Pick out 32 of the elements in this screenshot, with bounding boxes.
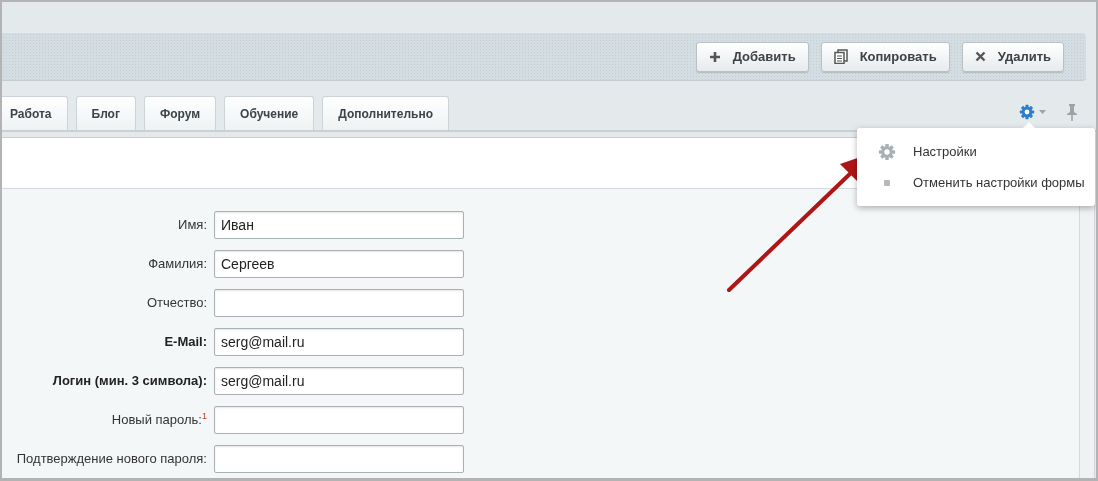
tab[interactable]: Работа [2, 96, 68, 130]
field-label: Подтверждение нового пароля: [15, 451, 208, 466]
menu-item[interactable]: Настройки [857, 136, 1095, 167]
field-label: Отчество: [145, 295, 208, 310]
field-label: E-Mail: [163, 334, 208, 349]
add-button[interactable]: Добавить [695, 41, 809, 72]
gear-icon [878, 142, 896, 161]
field-label: Логин (мин. 3 символа): [51, 373, 208, 388]
input-field[interactable] [214, 288, 464, 317]
field-label: Новый пароль:$^{1}$ [110, 411, 208, 428]
caret-icon [1039, 110, 1046, 114]
copy-button[interactable]: Копировать [820, 41, 950, 72]
input-field[interactable]: serg@mail.ru [214, 366, 464, 395]
tab[interactable]: Блог [75, 96, 136, 130]
tab[interactable]: Обучение [224, 96, 315, 130]
plus-icon [708, 50, 721, 63]
menu-item[interactable]: Отменить настройки формы [857, 167, 1095, 198]
tab[interactable]: Дополнительно [322, 96, 449, 130]
settings-icon [1019, 104, 1035, 120]
input-field[interactable] [214, 444, 464, 473]
input-field[interactable]: Иван [214, 210, 464, 239]
bullet-icon [884, 179, 890, 186]
field-label: Имя: [177, 217, 208, 232]
pin-icon[interactable] [1066, 103, 1078, 121]
field-label: Фамилия: [147, 256, 208, 271]
input-field[interactable]: Сергеев [214, 249, 464, 278]
close-icon [974, 51, 986, 62]
delete-button[interactable]: Удалить [961, 41, 1064, 72]
input-field[interactable]: serg@mail.ru [214, 327, 464, 356]
documents-icon [833, 49, 848, 64]
input-field[interactable] [214, 405, 464, 434]
tab[interactable]: Форум [143, 96, 217, 130]
